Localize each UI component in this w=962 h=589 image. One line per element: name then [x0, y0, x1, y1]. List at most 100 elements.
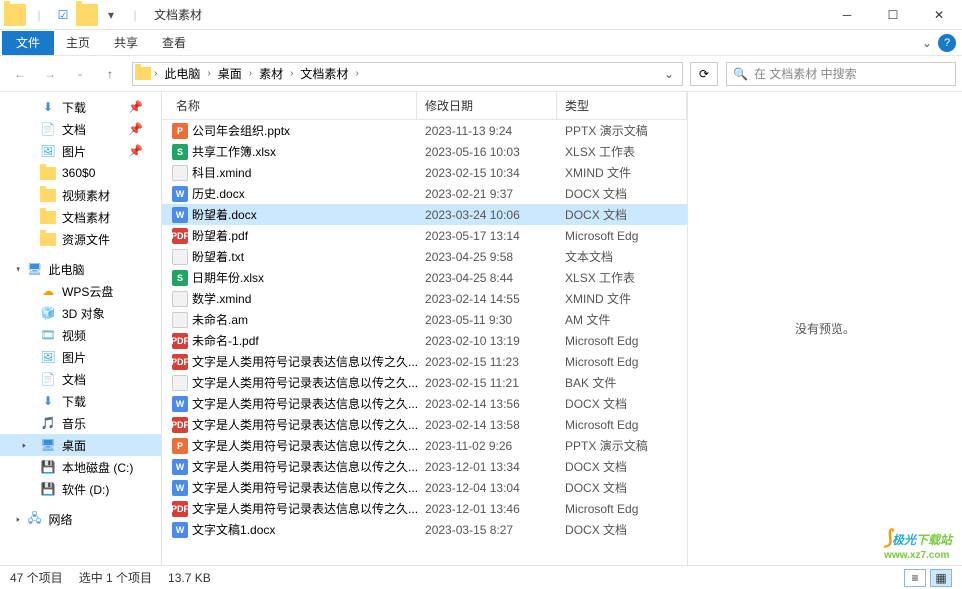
tree-item[interactable]: ▸🖥桌面 — [0, 434, 161, 456]
chevron-icon[interactable]: › — [246, 68, 255, 79]
file-row[interactable]: P文字是人类用符号记录表达信息以传之久...2023-11-02 9:26PPT… — [162, 435, 687, 456]
file-row[interactable]: S共享工作簿.xlsx2023-05-16 10:03XLSX 工作表 — [162, 141, 687, 162]
tree-item[interactable]: 360$0 — [0, 162, 161, 184]
tree-item[interactable]: ⬇下载 — [0, 390, 161, 412]
tree-item[interactable]: 视频素材 — [0, 184, 161, 206]
file-type: BAK 文件 — [557, 374, 687, 391]
file-row[interactable]: W文字是人类用符号记录表达信息以传之久...2023-12-01 13:34DO… — [162, 456, 687, 477]
tab-view[interactable]: 查看 — [150, 31, 198, 55]
file-row[interactable]: PDF文字是人类用符号记录表达信息以传之久...2023-12-01 13:46… — [162, 498, 687, 519]
file-row[interactable]: W文字是人类用符号记录表达信息以传之久...2023-02-14 13:56DO… — [162, 393, 687, 414]
file-row[interactable]: P公司年会组织.pptx2023-11-13 9:24PPTX 演示文稿 — [162, 120, 687, 141]
nav-tree[interactable]: ⬇下载📌📄文档📌🖼图片📌360$0视频素材文档素材资源文件 ▾🖥此电脑☁WPS云盘… — [0, 92, 162, 565]
file-row[interactable]: PDF未命名-1.pdf2023-02-10 13:19Microsoft Ed… — [162, 330, 687, 351]
file-date: 2023-02-21 9:37 — [417, 187, 557, 201]
tree-item[interactable]: 📄文档 — [0, 368, 161, 390]
tree-item[interactable]: ⬇下载📌 — [0, 96, 161, 118]
file-row[interactable]: PDF盼望着.pdf2023-05-17 13:14Microsoft Edg — [162, 225, 687, 246]
file-date: 2023-12-01 13:46 — [417, 502, 557, 516]
col-type[interactable]: 类型 — [557, 92, 687, 119]
crumb-current[interactable]: 文档素材 — [296, 63, 352, 85]
tree-item[interactable]: ☁WPS云盘 — [0, 280, 161, 302]
close-button[interactable]: ✕ — [916, 0, 962, 30]
file-row[interactable]: 数学.xmind2023-02-14 14:55XMIND 文件 — [162, 288, 687, 309]
file-name: 文字是人类用符号记录表达信息以传之久... — [192, 395, 417, 412]
crumb-thispc[interactable]: 此电脑 — [160, 63, 204, 85]
tree-item[interactable]: 文档素材 — [0, 206, 161, 228]
file-row[interactable]: 文字是人类用符号记录表达信息以传之久...2023-02-15 11:21BAK… — [162, 372, 687, 393]
tree-thispc[interactable]: ▾🖥此电脑 — [0, 258, 161, 280]
tree-item[interactable]: 资源文件 — [0, 228, 161, 250]
file-row[interactable]: 盼望着.txt2023-04-25 9:58文本文档 — [162, 246, 687, 267]
col-date[interactable]: 修改日期 — [417, 92, 557, 119]
qat-folder[interactable] — [76, 4, 98, 26]
col-name[interactable]: 名称 — [172, 92, 417, 119]
address-bar[interactable]: › 此电脑 › 桌面 › 素材 › 文档素材 › ⌄ — [132, 62, 683, 86]
tree-item[interactable]: 🎵音乐 — [0, 412, 161, 434]
tab-share[interactable]: 共享 — [102, 31, 150, 55]
file-type: DOCX 文档 — [557, 458, 687, 475]
qat-overflow[interactable]: ▾ — [100, 4, 122, 26]
file-row[interactable]: W盼望着.docx2023-03-24 10:06DOCX 文档 — [162, 204, 687, 225]
tree-item[interactable]: 🖼图片 — [0, 346, 161, 368]
chevron-icon[interactable]: › — [287, 68, 296, 79]
ribbon-expand-icon[interactable]: ⌄ — [922, 36, 932, 50]
chevron-icon[interactable]: › — [151, 68, 160, 79]
view-icons-button[interactable]: ▦ — [930, 569, 952, 587]
drive-icon: 💾 — [40, 481, 56, 497]
crumb-desktop[interactable]: 桌面 — [214, 63, 246, 85]
search-input[interactable]: 🔍 在 文档素材 中搜索 — [726, 62, 956, 86]
file-name: 文字是人类用符号记录表达信息以传之久... — [192, 416, 417, 433]
tree-item[interactable]: 💾软件 (D:) — [0, 478, 161, 500]
file-row[interactable]: PDF文字是人类用符号记录表达信息以传之久...2023-02-14 13:58… — [162, 414, 687, 435]
expand-icon[interactable]: ▾ — [17, 264, 20, 275]
file-list[interactable]: P公司年会组织.pptx2023-11-13 9:24PPTX 演示文稿S共享工… — [162, 120, 687, 565]
file-name: 盼望着.docx — [192, 206, 257, 223]
tree-label: 图片 — [62, 143, 86, 160]
txt-icon — [172, 249, 188, 265]
tab-home[interactable]: 主页 — [54, 31, 102, 55]
file-row[interactable]: 未命名.am2023-05-11 9:30AM 文件 — [162, 309, 687, 330]
back-button[interactable]: ← — [6, 60, 34, 88]
pdf-icon: PDF — [172, 501, 188, 517]
tree-item[interactable]: 🖼图片📌 — [0, 140, 161, 162]
tree-label: 3D 对象 — [62, 305, 105, 322]
file-row[interactable]: W文字是人类用符号记录表达信息以传之久...2023-12-04 13:04DO… — [162, 477, 687, 498]
address-dropdown[interactable]: ⌄ — [658, 67, 680, 81]
file-date: 2023-11-02 9:26 — [417, 439, 557, 453]
file-name: 文字文稿1.docx — [192, 521, 275, 538]
tree-item[interactable]: 📄文档📌 — [0, 118, 161, 140]
file-row[interactable]: S日期年份.xlsx2023-04-25 8:44XLSX 工作表 — [162, 267, 687, 288]
tree-network[interactable]: ▸🖧网络 — [0, 508, 161, 530]
expand-icon[interactable]: ▸ — [17, 514, 20, 525]
qat-checkbox[interactable]: ☑ — [52, 4, 74, 26]
minimize-button[interactable]: ─ — [824, 0, 870, 30]
tab-file[interactable]: 文件 — [2, 31, 54, 55]
chevron-icon[interactable]: › — [204, 68, 213, 79]
folder-icon — [40, 209, 56, 225]
file-type: AM 文件 — [557, 311, 687, 328]
view-details-button[interactable]: ≡ — [904, 569, 926, 587]
file-row[interactable]: PDF文字是人类用符号记录表达信息以传之久...2023-02-15 11:23… — [162, 351, 687, 372]
file-row[interactable]: 科目.xmind2023-02-15 10:34XMIND 文件 — [162, 162, 687, 183]
file-name: 未命名.am — [192, 311, 248, 328]
maximize-button[interactable]: ☐ — [870, 0, 916, 30]
help-button[interactable]: ? — [938, 34, 956, 52]
tree-item[interactable]: 💾本地磁盘 (C:) — [0, 456, 161, 478]
expand-icon[interactable]: ▸ — [23, 440, 26, 451]
folder-icon — [40, 187, 56, 203]
file-row[interactable]: W文字文稿1.docx2023-03-15 8:27DOCX 文档 — [162, 519, 687, 540]
crumb-sucai[interactable]: 素材 — [255, 63, 287, 85]
up-button[interactable]: ↑ — [96, 60, 124, 88]
forward-button[interactable]: → — [36, 60, 64, 88]
tree-item[interactable]: 🧊3D 对象 — [0, 302, 161, 324]
refresh-button[interactable]: ⟳ — [690, 62, 718, 86]
tree-label: 桌面 — [62, 437, 86, 454]
xlsx-icon: S — [172, 270, 188, 286]
chevron-icon[interactable]: › — [352, 68, 361, 79]
recent-dropdown[interactable]: ⌄ — [66, 60, 94, 88]
tree-label: 文档 — [62, 121, 86, 138]
tree-label: 网络 — [49, 511, 73, 528]
file-row[interactable]: W历史.docx2023-02-21 9:37DOCX 文档 — [162, 183, 687, 204]
tree-item[interactable]: 🎞视频 — [0, 324, 161, 346]
